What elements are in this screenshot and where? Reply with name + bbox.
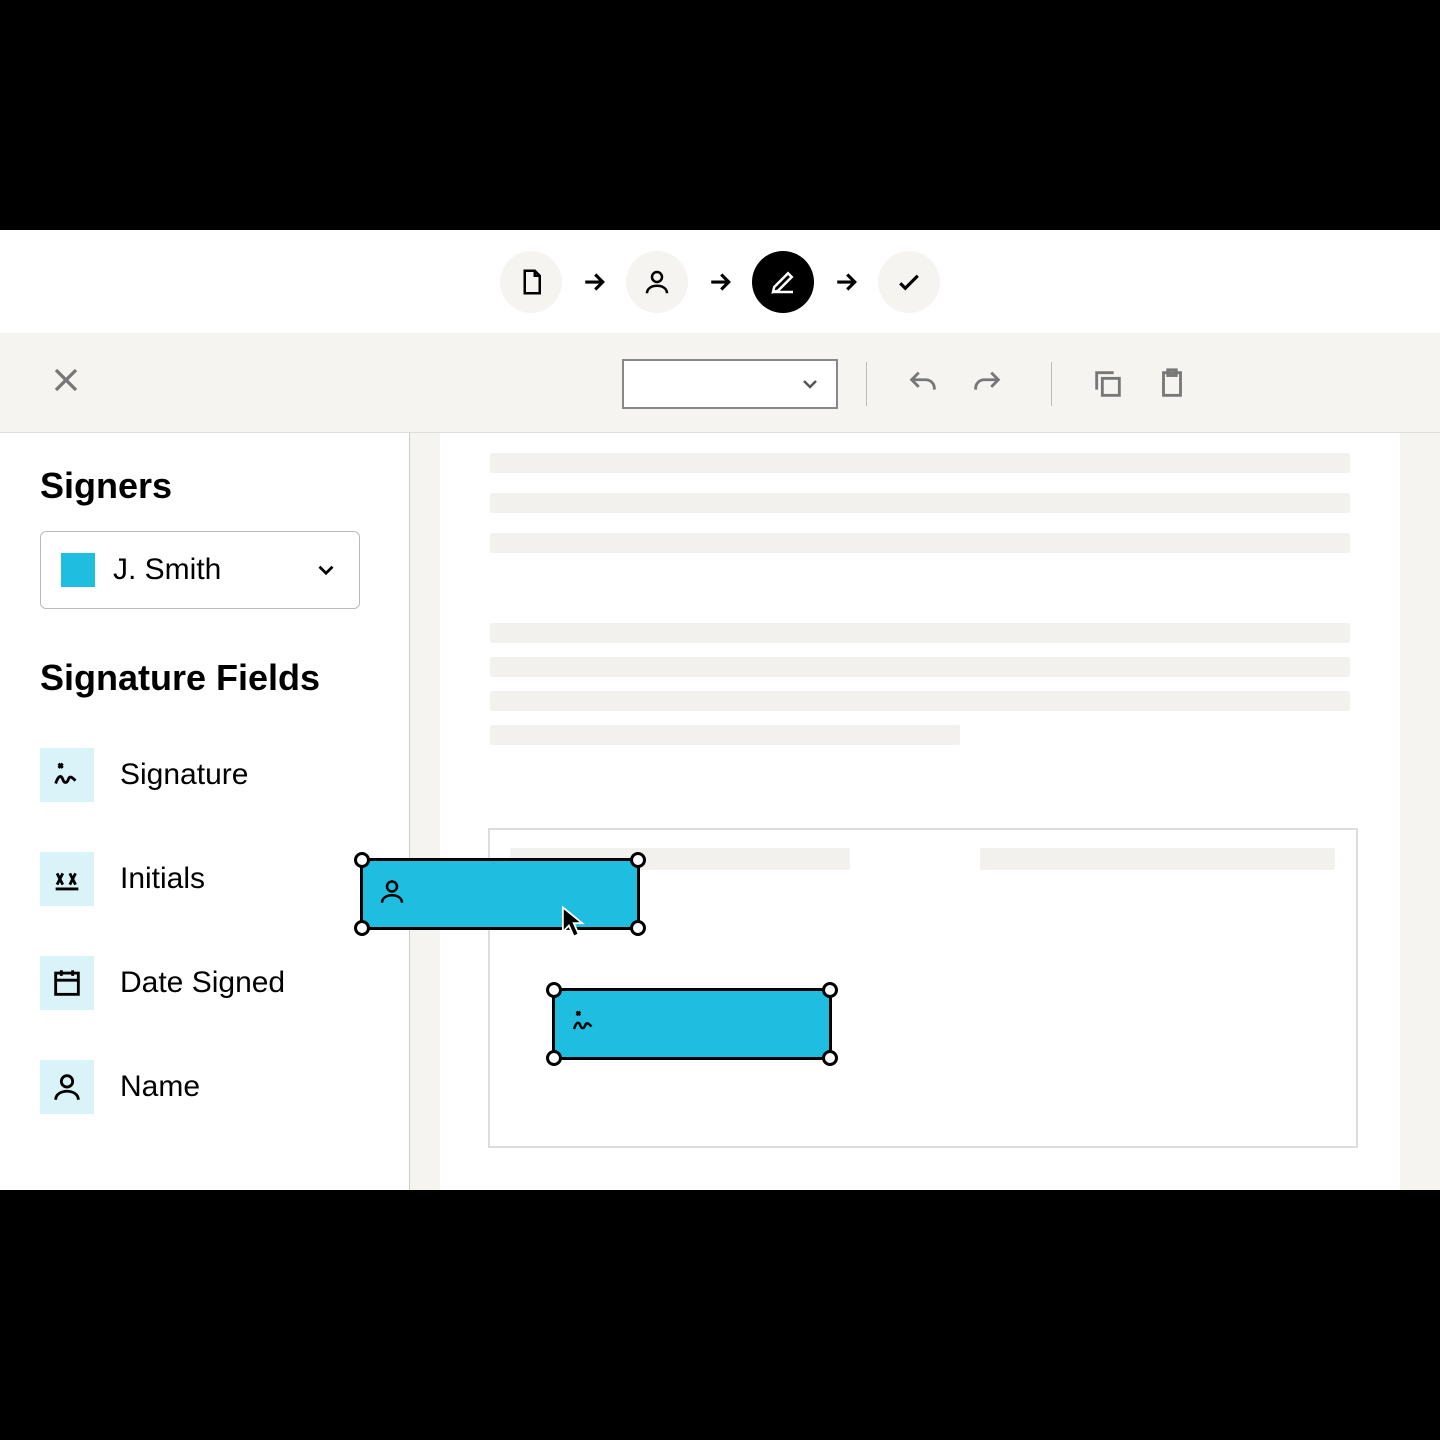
dropped-field-signature[interactable] [552,988,832,1060]
signature-icon [569,1007,599,1042]
step-signer[interactable] [626,251,688,313]
signers-heading: Signers [40,465,369,507]
chevron-down-icon [313,557,339,583]
text-placeholder [490,623,1350,643]
toolbar-divider [1051,362,1052,406]
stepper-bar [0,230,1440,333]
text-placeholder [490,725,960,745]
text-placeholder [490,691,1350,711]
text-placeholder [490,533,1350,553]
field-label: Signature [120,758,248,792]
text-placeholder [490,453,1350,473]
signature-icon [40,748,94,802]
person-icon [377,877,407,912]
content-area: Signers J. Smith Signature Fields Signat… [0,433,1440,1190]
redo-icon [970,367,1004,401]
initials-icon [40,852,94,906]
document-icon [516,267,546,297]
clipboard-icon [1155,367,1189,401]
field-signature[interactable]: Signature [40,723,369,827]
step-review[interactable] [878,251,940,313]
resize-handle[interactable] [354,852,370,868]
app-window: Signers J. Smith Signature Fields Signat… [0,230,1440,1190]
dropped-field-name[interactable] [360,858,640,930]
signer-color-swatch [61,553,95,587]
arrow-right-icon [826,267,866,297]
signer-name: J. Smith [113,553,295,587]
signer-dropdown[interactable]: J. Smith [40,531,360,609]
resize-handle[interactable] [822,1050,838,1066]
fields-heading: Signature Fields [40,657,369,699]
text-placeholder [490,657,1350,677]
resize-handle[interactable] [354,920,370,936]
text-placeholder [980,848,1335,870]
copy-icon [1091,367,1125,401]
close-button[interactable] [46,360,86,405]
close-icon [46,360,86,400]
undo-icon [906,367,940,401]
arrow-right-icon [700,267,740,297]
field-initials[interactable]: Initials [40,827,369,931]
edit-icon [768,267,798,297]
text-placeholder [490,493,1350,513]
arrow-right-icon [574,267,614,297]
date-icon [40,956,94,1010]
document-page[interactable] [440,433,1400,1190]
resize-handle[interactable] [630,852,646,868]
chevron-down-icon [798,372,822,396]
undo-button[interactable] [895,367,951,401]
field-name[interactable]: Name [40,1035,369,1139]
resize-handle[interactable] [822,982,838,998]
person-icon [642,267,672,297]
resize-handle[interactable] [546,982,562,998]
check-icon [894,267,924,297]
copy-button[interactable] [1080,367,1136,401]
step-document[interactable] [500,251,562,313]
step-edit[interactable] [752,251,814,313]
person-icon [40,1060,94,1114]
field-label: Date Signed [120,966,285,1000]
zoom-select[interactable] [622,359,838,409]
resize-handle[interactable] [546,1050,562,1066]
cursor-icon [560,905,590,944]
toolbar [0,333,1440,433]
field-label: Name [120,1070,200,1104]
toolbar-divider [866,362,867,406]
field-date-signed[interactable]: Date Signed [40,931,369,1035]
paste-button[interactable] [1144,367,1200,401]
document-canvas[interactable] [410,433,1440,1190]
field-label: Initials [120,862,205,896]
resize-handle[interactable] [630,920,646,936]
redo-button[interactable] [959,367,1015,401]
sidebar: Signers J. Smith Signature Fields Signat… [0,433,410,1190]
